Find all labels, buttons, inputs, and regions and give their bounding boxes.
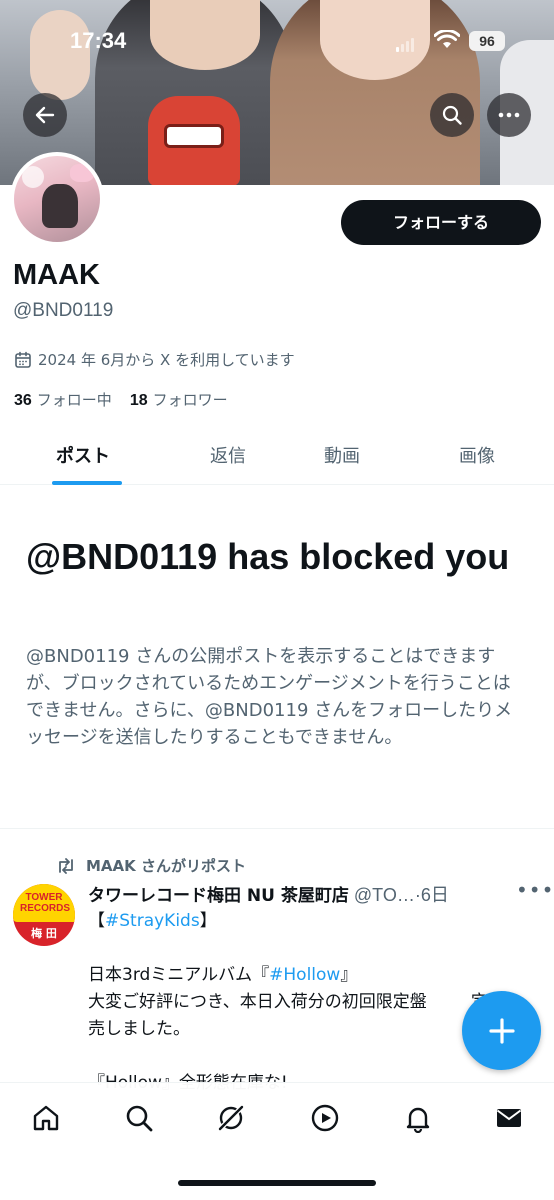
tweet-author-name[interactable]: タワーレコード梅田 NU 茶屋町店 [88, 886, 349, 906]
followers-link[interactable]: 18 フォロワー [130, 389, 228, 410]
tweet-text: 【#StrayKids】 日本3rdミニアルバム『#Hollow』 大変ご好評に… [88, 911, 488, 1093]
envelope-icon [496, 1109, 522, 1127]
followers-label: フォロワー [152, 391, 228, 409]
following-label: フォロー中 [36, 391, 112, 409]
back-button[interactable] [23, 93, 67, 137]
hashtag-link[interactable]: #StrayKids [105, 911, 200, 931]
cellular-signal-icon [396, 38, 414, 52]
repost-indicator[interactable]: MAAK さんがリポスト [56, 855, 246, 876]
divider [0, 828, 554, 829]
wifi-icon [434, 30, 460, 48]
home-indicator [178, 1180, 376, 1186]
search-icon [442, 105, 462, 125]
back-arrow-icon [35, 106, 55, 124]
tab-replies[interactable]: 返信 [210, 442, 246, 468]
profile-display-name: MAAK [13, 259, 100, 291]
active-tab-indicator [52, 481, 122, 485]
status-time: 17:34 [70, 28, 127, 53]
blocked-description: @BND0119 さんの公開ポストを表示することはできますが、ブロックされている… [26, 646, 513, 748]
calendar-icon [15, 351, 31, 368]
search-button[interactable] [430, 93, 474, 137]
nav-grok[interactable] [214, 1101, 248, 1135]
nav-search[interactable] [122, 1101, 156, 1135]
search-icon [126, 1105, 153, 1132]
nav-video[interactable] [308, 1101, 342, 1135]
more-dots-icon [498, 112, 520, 118]
tweet-header: タワーレコード梅田 NU 茶屋町店 @TO…·6日 [88, 881, 508, 907]
plus-icon [488, 1017, 515, 1044]
avatar-logo-text: TOWER RECORDS [20, 892, 71, 914]
battery-indicator: 96 [469, 31, 505, 51]
nav-messages[interactable] [492, 1101, 526, 1135]
follow-button[interactable]: フォローする [341, 200, 541, 245]
nav-notifications[interactable] [401, 1101, 435, 1135]
tweet-meta: @TO…·6日 [348, 885, 449, 905]
follow-stats: 36 フォロー中 18 フォロワー [14, 389, 228, 410]
bell-icon [406, 1107, 430, 1133]
followers-count: 18 [129, 392, 148, 409]
more-button[interactable] [487, 93, 531, 137]
tab-posts[interactable]: ポスト [56, 442, 110, 468]
repost-icon [59, 857, 73, 874]
hashtag-link[interactable]: #Hollow [269, 965, 340, 985]
joined-date: 2024 年 6月から X を利用しています [14, 349, 295, 370]
avatar-location-text: 梅 田 [31, 927, 57, 940]
profile-avatar[interactable] [10, 152, 104, 246]
following-count: 36 [14, 392, 32, 409]
compose-post-button[interactable] [462, 991, 541, 1070]
following-link[interactable]: 36 フォロー中 [14, 389, 112, 410]
joined-text: 2024 年 6月から X を利用しています [38, 351, 295, 369]
home-icon [33, 1105, 59, 1131]
profile-handle: @BND0119 [13, 300, 114, 321]
tab-images[interactable]: 画像 [459, 442, 495, 468]
tab-videos[interactable]: 動画 [324, 442, 360, 468]
tweet-author-avatar[interactable]: TOWER RECORDS 梅 田 [13, 884, 75, 946]
profile-tabs: ポスト 返信 動画 画像 [0, 430, 554, 485]
nav-home[interactable] [29, 1101, 63, 1135]
tweet-more-icon[interactable]: ••• [516, 878, 554, 902]
blocked-title: @BND0119 has blocked you [26, 536, 510, 577]
grok-icon [217, 1104, 245, 1132]
repost-label: MAAK さんがリポスト [86, 857, 246, 875]
video-play-icon [311, 1104, 339, 1132]
